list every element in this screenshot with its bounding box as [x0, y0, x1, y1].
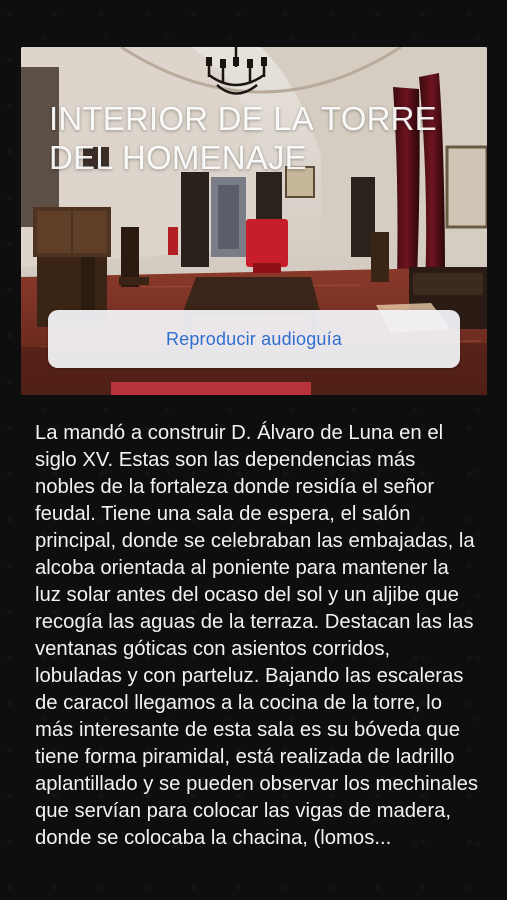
hero-image: INTERIOR DE LA TORRE DEL HOMENAJE Reprod… — [21, 47, 487, 395]
play-audioguide-label: Reproducir audioguía — [165, 328, 343, 349]
play-audioguide-button[interactable]: Reproducir audioguía — [48, 310, 460, 368]
app-screen: INTERIOR DE LA TORRE DEL HOMENAJE Reprod… — [0, 0, 507, 900]
description-text: La mandó a construir D. Álvaro de Luna e… — [35, 422, 479, 849]
page-title: INTERIOR DE LA TORRE DEL HOMENAJE — [49, 100, 437, 176]
